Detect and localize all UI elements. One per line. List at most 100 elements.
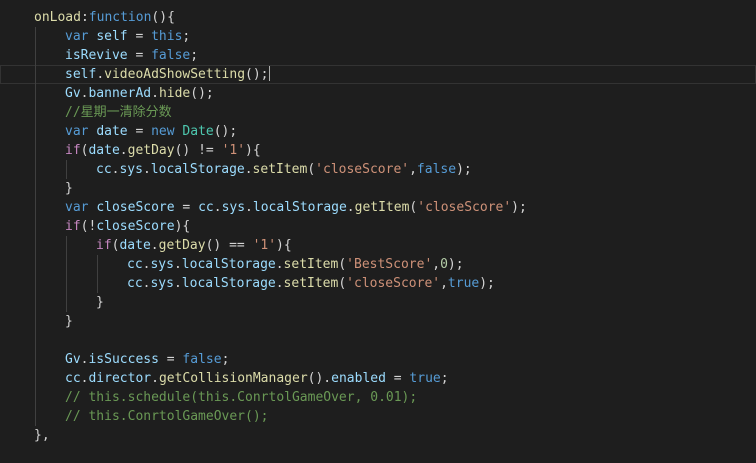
code-token-function: getItem bbox=[354, 200, 410, 215]
code-text: isRevive = false; bbox=[65, 46, 198, 65]
code-line[interactable]: cc.director.getCollisionManager().enable… bbox=[0, 369, 756, 388]
indent-guide bbox=[35, 369, 36, 388]
code-token-keyword: var bbox=[65, 124, 97, 139]
code-token-identifier: date bbox=[119, 238, 151, 253]
code-token-string: '1' bbox=[252, 238, 277, 253]
code-token-default: (); bbox=[245, 67, 269, 82]
code-token-string: '1' bbox=[221, 143, 246, 158]
code-token-keyword: var bbox=[65, 29, 97, 44]
code-token-default: ; bbox=[190, 48, 199, 63]
indent-guide bbox=[97, 274, 98, 293]
code-token-default: . bbox=[213, 200, 222, 215]
code-token-keyword: false bbox=[182, 352, 222, 367]
code-text: cc.sys.localStorage.setItem('BestScore',… bbox=[127, 255, 464, 274]
code-text: // this.schedule(this.ConrtolGameOver, 0… bbox=[65, 388, 417, 407]
code-text: var closeScore = cc.sys.localStorage.get… bbox=[65, 198, 527, 217]
code-line[interactable]: isRevive = false; bbox=[0, 46, 756, 65]
code-token-default: () != bbox=[174, 143, 222, 158]
code-line[interactable]: cc.sys.localStorage.setItem('closeScore'… bbox=[0, 274, 756, 293]
code-line[interactable]: // this.ConrtolGameOver(); bbox=[0, 407, 756, 426]
code-area[interactable]: onLoad:function(){var self = this; isRevi… bbox=[0, 8, 756, 445]
code-token-default: . bbox=[150, 238, 159, 253]
code-line[interactable]: cc.sys.localStorage.setItem('BestScore',… bbox=[0, 255, 756, 274]
code-text: onLoad:function(){ bbox=[34, 8, 175, 27]
code-line[interactable]: if(date.getDay() != '1'){ bbox=[0, 141, 756, 160]
code-token-identifier: self bbox=[96, 29, 128, 44]
code-token-identifier: cc bbox=[96, 162, 112, 177]
code-line[interactable] bbox=[0, 331, 756, 350]
code-line[interactable]: Gv.bannerAd.hide(); bbox=[0, 84, 756, 103]
code-token-control: if bbox=[65, 219, 81, 234]
indent-guide bbox=[35, 331, 36, 350]
code-token-default: ){ bbox=[276, 238, 292, 253]
code-token-identifier: enabled bbox=[331, 371, 386, 386]
code-line[interactable]: } bbox=[0, 179, 756, 198]
code-token-keyword: function bbox=[88, 10, 152, 25]
code-token-default: = bbox=[127, 124, 152, 139]
code-token-default: : bbox=[80, 10, 89, 25]
code-token-default: = bbox=[158, 352, 183, 367]
indent-guide bbox=[35, 255, 36, 274]
code-token-number: 0 bbox=[440, 257, 448, 272]
code-token-default: . bbox=[244, 162, 253, 177]
code-token-identifier: sys bbox=[119, 162, 143, 177]
code-token-default: = bbox=[127, 29, 152, 44]
code-line[interactable]: var closeScore = cc.sys.localStorage.get… bbox=[0, 198, 756, 217]
code-token-identifier: cc bbox=[127, 276, 143, 291]
code-token-default: . bbox=[275, 276, 284, 291]
code-token-identifier: bannerAd bbox=[88, 86, 152, 101]
indent-guide bbox=[66, 274, 67, 293]
code-token-identifier: localStorage bbox=[150, 162, 245, 177]
code-token-keyword: false bbox=[151, 48, 191, 63]
code-line[interactable]: onLoad:function(){ bbox=[0, 8, 756, 27]
code-line[interactable]: if(date.getDay() == '1'){ bbox=[0, 236, 756, 255]
code-line[interactable]: cc.sys.localStorage.setItem('closeScore'… bbox=[0, 160, 756, 179]
code-line[interactable]: Gv.isSuccess = false; bbox=[0, 350, 756, 369]
code-line[interactable]: var date = new Date(); bbox=[0, 122, 756, 141]
code-line[interactable]: //星期一清除分数 bbox=[0, 103, 756, 122]
code-text: self.videoAdShowSetting(); bbox=[65, 65, 270, 84]
code-text: if(date.getDay() != '1'){ bbox=[65, 141, 261, 160]
code-line[interactable]: } bbox=[0, 293, 756, 312]
code-editor[interactable]: onLoad:function(){var self = this; isRevi… bbox=[0, 0, 756, 463]
indent-guide bbox=[35, 122, 36, 141]
indent-guide bbox=[35, 407, 36, 426]
code-token-identifier: isRevive bbox=[65, 48, 128, 63]
indent-guide bbox=[35, 27, 36, 46]
code-token-identifier: date bbox=[96, 124, 128, 139]
code-token-default: ){ bbox=[245, 143, 261, 158]
indent-guide bbox=[35, 312, 36, 331]
indent-guide bbox=[66, 255, 67, 274]
indent-guide bbox=[35, 65, 36, 84]
indent-guide bbox=[35, 179, 36, 198]
indent-guide bbox=[35, 141, 36, 160]
code-token-control: if bbox=[96, 238, 112, 253]
indent-guide bbox=[97, 255, 98, 274]
code-token-keyword: false bbox=[416, 162, 457, 177]
code-text: //星期一清除分数 bbox=[65, 103, 172, 122]
code-line[interactable]: } bbox=[0, 312, 756, 331]
code-line[interactable]: var self = this; bbox=[0, 27, 756, 46]
code-token-default: ); bbox=[511, 200, 527, 215]
code-token-default: . bbox=[346, 200, 355, 215]
code-token-default: (); bbox=[190, 86, 214, 101]
code-token-default: (). bbox=[307, 371, 332, 386]
code-token-identifier: cc bbox=[198, 200, 214, 215]
code-line[interactable]: self.videoAdShowSetting(); bbox=[0, 65, 756, 84]
code-token-default: = bbox=[174, 200, 199, 215]
code-line[interactable]: // this.schedule(this.ConrtolGameOver, 0… bbox=[0, 388, 756, 407]
code-token-identifier: date bbox=[88, 143, 120, 158]
code-text: } bbox=[96, 293, 104, 312]
code-token-function: getDay bbox=[158, 238, 206, 253]
code-token-default: , bbox=[432, 257, 441, 272]
code-token-control: if bbox=[65, 143, 81, 158]
code-line[interactable]: if(!closeScore){ bbox=[0, 217, 756, 236]
code-token-identifier: localStorage bbox=[252, 200, 347, 215]
indent-guide bbox=[35, 198, 36, 217]
code-line[interactable]: }, bbox=[0, 426, 756, 445]
indent-guide bbox=[35, 160, 36, 179]
code-token-default: , bbox=[440, 276, 448, 291]
code-token-keyword: this bbox=[151, 29, 183, 44]
code-token-default: ){ bbox=[174, 219, 191, 234]
code-token-default: ( bbox=[338, 257, 347, 272]
